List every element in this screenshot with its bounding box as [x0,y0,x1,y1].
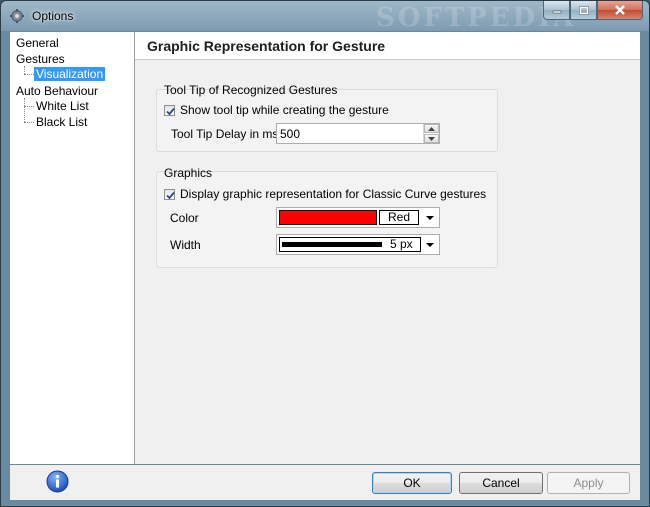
tree-item-black-list[interactable]: Black List [36,115,87,130]
check-icon [166,191,175,199]
tooltip-delay-label: Tool Tip Delay in ms [171,127,279,141]
tooltip-delay-value[interactable]: 500 [280,127,300,141]
maximize-button[interactable] [570,1,597,20]
settings-panel: Graphic Representation for Gesture Tool … [135,32,640,464]
check-icon [166,107,175,115]
minimize-icon [552,10,561,14]
title-bar[interactable]: Options SOFTPEDIA [1,1,649,33]
tooltip-delay-stepper[interactable]: 500 [276,123,440,144]
tree-line [24,66,25,74]
ok-button[interactable]: OK [372,472,452,494]
display-graphic-checkbox[interactable] [164,188,175,200]
arrow-down-icon [428,136,435,141]
tooltip-group-label: Tool Tip of Recognized Gestures [164,83,338,97]
options-client-area: General Gestures Visualization Auto Beha… [9,31,641,465]
color-swatch [279,210,377,225]
width-dropdown-arrow[interactable] [421,235,439,254]
show-tooltip-checkbox-row[interactable]: Show tool tip while creating the gesture [164,103,389,117]
color-label: Color [170,211,199,225]
tree-item-visualization[interactable]: Visualization [34,67,106,82]
tree-line [24,74,34,75]
spin-down-button[interactable] [424,134,439,143]
color-value: Red [379,210,419,225]
options-window: Options SOFTPEDIA General Gestures Visua… [0,0,650,507]
tree-line [24,122,34,123]
chevron-down-icon [426,215,434,220]
show-tooltip-checkbox[interactable] [164,104,175,116]
width-preview: 5 px [279,237,421,252]
tree-item-auto-behaviour[interactable]: Auto Behaviour [16,84,98,99]
cancel-button[interactable]: Cancel [459,472,543,494]
arrow-up-icon [428,126,435,131]
options-tree[interactable]: General Gestures Visualization Auto Beha… [10,32,135,464]
display-graphic-label: Display graphic representation for Class… [180,187,487,201]
page-title: Graphic Representation for Gesture [147,38,386,54]
chevron-down-icon [426,242,434,247]
spin-up-button[interactable] [424,124,439,133]
width-label: Width [170,238,201,252]
tree-line [24,98,25,122]
show-tooltip-label: Show tool tip while creating the gesture [180,103,389,117]
maximize-icon [578,5,589,15]
width-value: 5 px [390,237,413,251]
minimize-button[interactable] [543,1,570,20]
dialog-button-bar: OK Cancel Apply [9,465,641,501]
tree-item-white-list[interactable]: White List [36,99,89,114]
tree-item-general[interactable]: General [16,36,59,51]
panel-header: Graphic Representation for Gesture [135,32,640,60]
tree-item-gestures[interactable]: Gestures [16,52,65,67]
line-width-sample [282,242,382,247]
graphics-group-label: Graphics [164,166,213,180]
info-icon[interactable] [46,470,69,493]
window-title: Options [32,9,74,23]
color-dropdown[interactable]: Red [276,207,440,228]
apply-button[interactable]: Apply [547,472,630,494]
width-dropdown[interactable]: 5 px [276,234,440,255]
close-icon [615,5,625,15]
color-dropdown-arrow[interactable] [421,208,439,227]
close-button[interactable] [597,1,643,20]
display-graphic-checkbox-row[interactable]: Display graphic representation for Class… [164,187,486,201]
tree-line [24,106,34,107]
gear-icon [10,9,24,23]
